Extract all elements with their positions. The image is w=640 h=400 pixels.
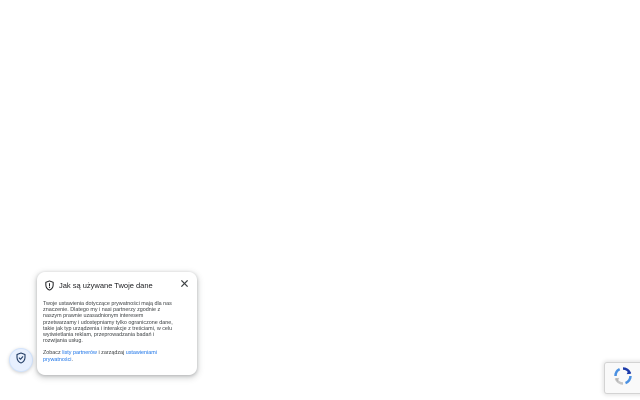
shield-check-icon <box>15 351 27 369</box>
recaptcha-badge[interactable] <box>604 362 640 394</box>
page: Jak są używane Twoje dane Twoje ustawien… <box>0 0 640 400</box>
shield-icon <box>44 279 55 291</box>
privacy-popup-body: Twoje ustawienia dotyczące prywatności m… <box>43 301 173 345</box>
privacy-popup: Jak są używane Twoje dane Twoje ustawien… <box>37 272 197 375</box>
footer-prefix: Zobacz <box>43 350 63 357</box>
close-icon <box>180 274 188 292</box>
close-button[interactable] <box>179 278 189 288</box>
footer-middle: i zarządzaj <box>96 350 126 357</box>
recaptcha-icon <box>613 366 633 391</box>
privacy-popup-title: Jak są używane Twoje dane <box>59 280 153 290</box>
partners-list-link[interactable]: listy partnerów <box>62 350 97 356</box>
privacy-popup-header: Jak są używane Twoje dane <box>43 278 191 292</box>
footer-suffix: . <box>71 356 73 363</box>
privacy-popup-footer: Zobacz listy partnerów i zarządzaj ustaw… <box>43 350 183 362</box>
privacy-settings-button[interactable] <box>9 348 33 372</box>
